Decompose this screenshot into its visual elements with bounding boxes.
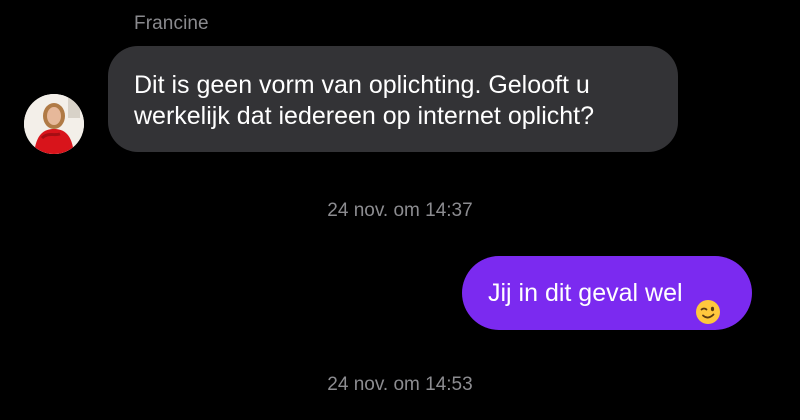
profile-photo-icon (24, 94, 84, 154)
timestamp: 24 nov. om 14:53 (327, 374, 473, 395)
sender-name: Francine (134, 13, 209, 34)
incoming-message-text: Dit is geen vorm van oplichting. Gelooft… (134, 71, 594, 130)
winking-face-emoji-icon (695, 280, 721, 324)
incoming-message-bubble[interactable]: Dit is geen vorm van oplichting. Gelooft… (108, 46, 678, 152)
chat-thread: Francine Dit is geen vorm van oplichting… (0, 0, 800, 420)
outgoing-message-bubble[interactable]: Jij in dit geval wel (462, 256, 752, 330)
outgoing-message-text: Jij in dit geval wel (488, 279, 683, 307)
avatar[interactable] (24, 94, 84, 154)
timestamp: 24 nov. om 14:37 (327, 200, 473, 221)
